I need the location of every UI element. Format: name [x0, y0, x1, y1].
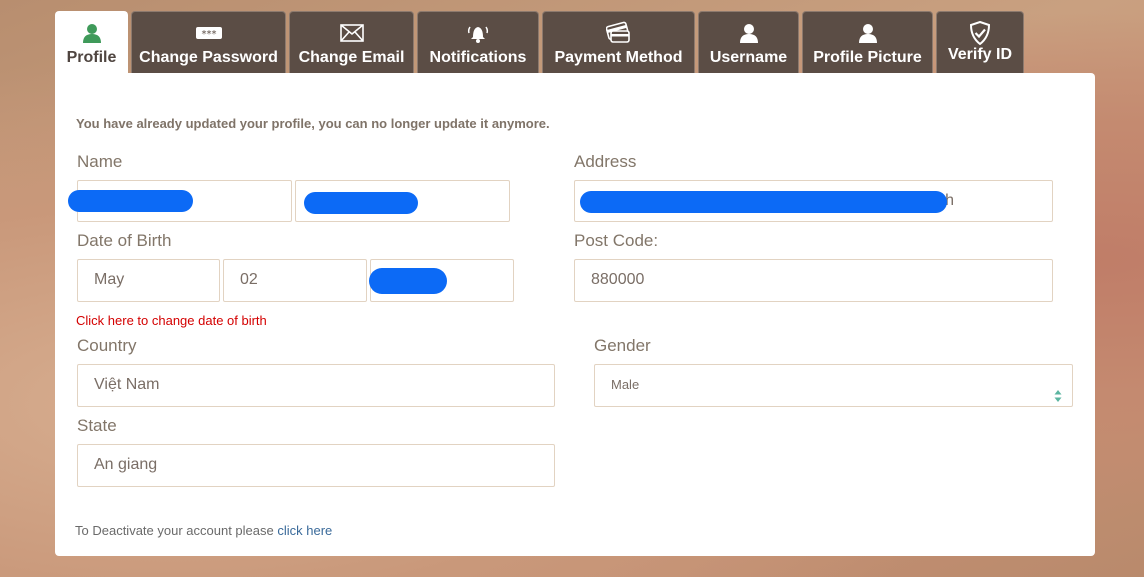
profile-locked-notice: You have already updated your profile, y… — [76, 116, 550, 131]
country-label: Country — [77, 336, 137, 355]
credit-card-icon — [543, 21, 694, 44]
postcode-field[interactable]: 880000 — [574, 259, 1053, 302]
tab-payment-method[interactable]: Payment Method — [542, 11, 695, 73]
gender-select[interactable]: Male — [594, 364, 1073, 407]
profile-panel: You have already updated your profile, y… — [55, 73, 1095, 556]
deactivate-link[interactable]: click here — [277, 523, 332, 538]
deactivate-note: To Deactivate your account please click … — [75, 523, 332, 538]
tab-change-password[interactable]: *** Change Password — [131, 11, 286, 73]
state-field[interactable]: An giang — [77, 444, 555, 487]
tab-username[interactable]: Username — [698, 11, 799, 73]
tab-notifications[interactable]: Notifications — [417, 11, 539, 73]
redaction-mark — [369, 268, 447, 294]
svg-text:***: *** — [201, 29, 216, 40]
select-arrows-icon — [1054, 379, 1062, 402]
state-label: State — [77, 416, 117, 435]
gender-label: Gender — [594, 336, 651, 355]
dob-day-field[interactable]: 02 — [223, 259, 367, 302]
envelope-icon — [290, 22, 413, 44]
redaction-mark — [304, 192, 418, 214]
postcode-label: Post Code: — [574, 231, 659, 250]
redaction-mark — [580, 191, 947, 213]
tab-label: Notifications — [429, 49, 527, 66]
user-icon — [56, 22, 127, 44]
dob-label: Date of Birth — [77, 231, 172, 250]
tab-label: Username — [709, 49, 788, 66]
tab-label: Verify ID — [947, 46, 1013, 63]
tab-label: Payment Method — [554, 49, 683, 66]
tab-change-email[interactable]: Change Email — [289, 11, 414, 73]
tab-profile[interactable]: Profile — [55, 11, 128, 75]
gender-selected-value: Male — [611, 377, 640, 392]
user-icon — [803, 22, 932, 44]
change-dob-link[interactable]: Click here to change date of birth — [76, 313, 267, 328]
bell-icon — [418, 22, 538, 44]
tab-verify-id[interactable]: Verify ID — [936, 11, 1024, 73]
tab-profile-picture[interactable]: Profile Picture — [802, 11, 933, 73]
tab-label: Profile — [66, 49, 117, 66]
user-icon — [699, 22, 798, 44]
name-label: Name — [77, 152, 123, 171]
deactivate-text: To Deactivate your account please — [75, 523, 274, 538]
address-label: Address — [574, 152, 637, 171]
shield-check-icon — [937, 21, 1023, 45]
country-field[interactable]: Việt Nam — [77, 364, 555, 407]
password-icon: *** — [132, 22, 285, 44]
redaction-mark — [68, 190, 193, 212]
tab-label: Change Email — [298, 49, 405, 66]
dob-month-field[interactable]: May — [77, 259, 220, 302]
tab-label: Change Password — [139, 49, 278, 66]
tab-label: Profile Picture — [813, 49, 922, 66]
